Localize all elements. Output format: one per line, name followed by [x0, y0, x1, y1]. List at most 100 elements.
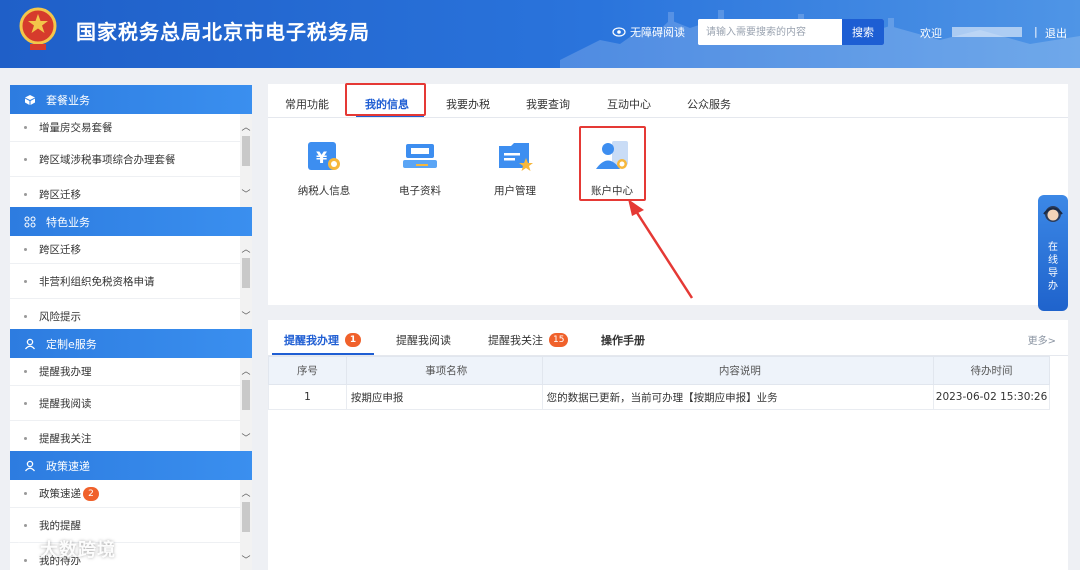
tab-manual[interactable]: 操作手册: [601, 332, 645, 348]
section-list: 提醒我办理 提醒我阅读 提醒我关注 ︿ ﹀: [10, 358, 252, 451]
section-title: 政策速递: [46, 459, 90, 473]
scrollbar[interactable]: ︿ ﹀: [240, 358, 252, 451]
search-button[interactable]: 搜索: [842, 19, 884, 45]
sidebar-item-label: 跨区迁移: [39, 244, 81, 256]
section-title: 特色业务: [46, 215, 90, 229]
sidebar-item-label: 提醒我阅读: [39, 397, 92, 410]
accessibility-toggle[interactable]: 无障碍阅读: [612, 24, 685, 40]
table-row[interactable]: 1 按期应申报 您的数据已更新，当前可办理【按期应申报】业务 2023-06-0…: [268, 384, 1050, 410]
customer-service-avatar-icon: [1043, 206, 1063, 222]
scroll-thumb[interactable]: [242, 258, 250, 288]
table-cell: 2023-06-02 15:30:26: [933, 384, 1050, 410]
active-tab-underline: [272, 353, 374, 355]
tab-label: 提醒我关注: [488, 334, 543, 347]
svg-text:¥: ¥: [316, 148, 327, 167]
column-header: 内容说明: [541, 356, 935, 385]
sidebar-section-featured[interactable]: 特色业务: [10, 207, 252, 236]
chevron-down-icon[interactable]: ﹀: [240, 433, 252, 445]
search-input[interactable]: [698, 19, 842, 45]
sidebar-item-label: 政策速递: [39, 488, 81, 500]
chevron-up-icon[interactable]: ︿: [240, 366, 252, 378]
tab-interaction[interactable]: 互动中心: [607, 96, 651, 112]
taxpayer-info-icon: ¥: [308, 142, 340, 170]
function-panel: 常用功能 我的信息 我要办税 我要查询 互动中心 公众服务 ¥ 纳税人信息 电子…: [268, 83, 1068, 305]
tab-my-info[interactable]: 我的信息: [365, 96, 409, 112]
scrollbar[interactable]: ︿ ﹀: [240, 480, 252, 570]
tab-remind-handle[interactable]: 提醒我办理 1: [284, 332, 361, 348]
sidebar-item[interactable]: 跨区迁移: [10, 177, 252, 207]
count-badge: 15: [549, 333, 569, 347]
chevron-up-icon[interactable]: ︿: [240, 122, 252, 134]
scrollbar[interactable]: ︿ ﹀: [240, 114, 252, 207]
column-header: 序号: [268, 356, 347, 385]
count-badge: 2: [83, 486, 99, 501]
watermark: 大数跨境: [10, 536, 116, 562]
sidebar-item-label: 提醒我办理: [39, 366, 92, 378]
sidebar-item[interactable]: 跨区迁移: [10, 236, 252, 264]
chevron-down-icon[interactable]: ﹀: [240, 311, 252, 323]
header-separator: |: [1034, 25, 1038, 38]
chevron-down-icon[interactable]: ﹀: [240, 189, 252, 201]
sidebar-item[interactable]: 政策速递 2: [10, 480, 252, 508]
scrollbar[interactable]: ︿ ﹀: [240, 236, 252, 329]
scroll-thumb[interactable]: [242, 502, 250, 532]
sidebar-item-label: 我的提醒: [39, 519, 81, 532]
function-tabs: 常用功能 我的信息 我要办税 我要查询 互动中心 公众服务: [268, 84, 1068, 118]
reminder-table: 序号 事项名称 内容说明 待办时间 1 按期应申报 您的数据已更新，当前可办理【…: [268, 356, 1050, 410]
sidebar-item-label: 增量房交易套餐: [39, 122, 113, 134]
scroll-thumb[interactable]: [242, 136, 250, 166]
more-link[interactable]: 更多>: [1028, 332, 1056, 347]
reminder-tabs: 提醒我办理 1 提醒我阅读 提醒我关注 15 操作手册 更多>: [268, 320, 1068, 356]
tile-electronic-docs[interactable]: 电子资料: [380, 136, 460, 198]
sidebar-item[interactable]: 增量房交易套餐: [10, 114, 252, 142]
tile-user-management[interactable]: 用户管理: [475, 136, 555, 198]
tab-public-service[interactable]: 公众服务: [687, 96, 731, 112]
sidebar-item[interactable]: 提醒我办理: [10, 358, 252, 386]
chevron-down-icon[interactable]: ﹀: [240, 555, 252, 567]
tile-account-center[interactable]: 账户中心: [572, 136, 652, 198]
eye-icon: [612, 27, 626, 37]
scroll-thumb[interactable]: [242, 380, 250, 410]
sidebar-section-package[interactable]: 套餐业务: [10, 85, 252, 114]
column-header: 事项名称: [345, 356, 543, 385]
tab-common[interactable]: 常用功能: [285, 96, 329, 112]
sidebar-item[interactable]: 非营利组织免税资格申请: [10, 264, 252, 299]
tab-remind-read[interactable]: 提醒我阅读: [396, 332, 451, 348]
logout-link[interactable]: 退出: [1045, 25, 1067, 41]
tile-label: 用户管理: [494, 185, 536, 197]
online-guide-button[interactable]: 在 线 导 办: [1038, 195, 1068, 311]
section-title: 定制e服务: [46, 337, 97, 351]
count-badge: 1: [345, 333, 361, 347]
sidebar-section-custom-service[interactable]: 定制e服务: [10, 329, 252, 358]
tile-taxpayer-info[interactable]: ¥ 纳税人信息: [284, 136, 364, 198]
sidebar-item[interactable]: 跨区域涉税事项综合办理套餐: [10, 142, 252, 177]
tab-tax-handling[interactable]: 我要办税: [446, 96, 490, 112]
table-cell[interactable]: 按期应申报: [345, 384, 543, 410]
reminder-panel: 提醒我办理 1 提醒我阅读 提醒我关注 15 操作手册 更多> 序号 事项名称 …: [268, 320, 1068, 570]
guide-char: 办: [1048, 281, 1058, 292]
tab-remind-follow[interactable]: 提醒我关注 15: [488, 332, 569, 348]
sidebar-item-label: 提醒我关注: [39, 432, 92, 445]
chevron-up-icon[interactable]: ︿: [240, 244, 252, 256]
masked-username: [952, 27, 1022, 37]
user-icon: [24, 460, 36, 471]
sidebar-item[interactable]: 风险提示: [10, 299, 252, 329]
sidebar-item[interactable]: 提醒我关注: [10, 421, 252, 451]
grid-icon: [24, 216, 36, 227]
accessibility-label: 无障碍阅读: [630, 26, 685, 39]
watermark-logo-icon: [11, 542, 33, 555]
tile-label: 账户中心: [591, 185, 633, 197]
electronic-docs-icon: [403, 144, 437, 168]
active-tab-underline: [356, 115, 424, 117]
tab-query[interactable]: 我要查询: [526, 96, 570, 112]
sidebar-item-label: 非营利组织免税资格申请: [39, 275, 155, 288]
sidebar-item-label: 跨区域涉税事项综合办理套餐: [39, 153, 176, 166]
guide-char: 导: [1048, 268, 1058, 279]
search-box: 搜索: [698, 19, 884, 45]
sidebar-section-policy[interactable]: 政策速递: [10, 451, 252, 480]
sidebar: 套餐业务 增量房交易套餐 跨区域涉税事项综合办理套餐 跨区迁移 ︿ ﹀ 特色业务 …: [10, 85, 252, 570]
online-guide-label: 在 线 导 办: [1038, 241, 1068, 293]
watermark-text: 大数跨境: [40, 540, 116, 561]
sidebar-item[interactable]: 提醒我阅读: [10, 386, 252, 421]
chevron-up-icon[interactable]: ︿: [240, 488, 252, 500]
